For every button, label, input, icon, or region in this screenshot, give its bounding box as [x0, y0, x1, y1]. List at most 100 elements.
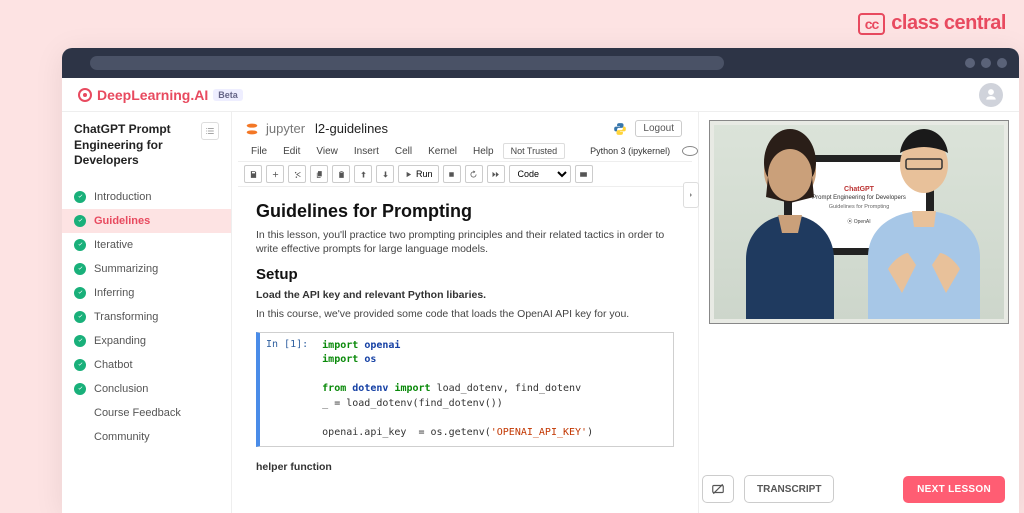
copy-button[interactable]	[310, 165, 328, 183]
copy-icon	[315, 170, 324, 179]
browser-window: DeepLearning.AI Beta ChatGPT Prompt Engi…	[62, 48, 1019, 513]
move-down-button[interactable]	[376, 165, 394, 183]
avatar[interactable]	[979, 83, 1003, 107]
app-header: DeepLearning.AI Beta	[62, 78, 1019, 112]
refresh-icon	[469, 170, 478, 179]
python-icon	[613, 122, 627, 136]
paste-button[interactable]	[332, 165, 350, 183]
menu-file[interactable]: File	[244, 144, 274, 159]
restart-button[interactable]	[465, 165, 483, 183]
toolbar: Run Code	[238, 162, 692, 187]
code-prompt: In [1]:	[260, 333, 314, 447]
nb-heading-1: Guidelines for Prompting	[256, 201, 674, 222]
cell-type-select[interactable]: Code	[509, 165, 571, 183]
check-icon	[74, 287, 86, 299]
jupyter-header: jupyter l2-guidelines Logout	[238, 116, 692, 141]
main: jupyter l2-guidelines Logout FileEditVie…	[232, 112, 1019, 513]
move-up-button[interactable]	[354, 165, 372, 183]
list-icon	[205, 126, 215, 136]
nav-list: Introduction Guidelines Iterative Summarizi…	[62, 185, 231, 449]
restart-run-button[interactable]	[487, 165, 505, 183]
sidebar-item-chatbot[interactable]: Chatbot	[62, 353, 231, 377]
keyboard-icon	[579, 170, 588, 179]
nb-subhead: Load the API key and relevant Python lib…	[256, 289, 674, 301]
notebook-content: Guidelines for Prompting In this lesson,…	[238, 187, 692, 487]
browser-chrome	[62, 48, 1019, 78]
menu-view[interactable]: View	[309, 144, 345, 159]
sidebar-item-inferring[interactable]: Inferring	[62, 281, 231, 305]
scissors-icon	[293, 170, 302, 179]
nb-intro: In this lesson, you'll practice two prom…	[256, 228, 674, 256]
menu-insert[interactable]: Insert	[347, 144, 386, 159]
command-palette-button[interactable]	[575, 165, 593, 183]
sidebar-item-introduction[interactable]: Introduction	[62, 185, 231, 209]
sidebar-item-label: Summarizing	[94, 263, 158, 275]
kernel-status-icon	[682, 146, 698, 156]
collapse-sidebar-button[interactable]	[201, 122, 219, 140]
video-player: ChatGPT Prompt Engineering for Developer…	[714, 125, 1004, 319]
sidebar-item-guidelines[interactable]: Guidelines	[62, 209, 231, 233]
sidebar-item-course-feedback[interactable]: Course Feedback	[62, 401, 231, 425]
cut-button[interactable]	[288, 165, 306, 183]
run-button[interactable]: Run	[398, 165, 439, 183]
save-button[interactable]	[244, 165, 262, 183]
menu-kernel[interactable]: Kernel	[421, 144, 464, 159]
brand-logo-icon	[78, 88, 92, 102]
sidebar-item-label: Conclusion	[94, 383, 148, 395]
menu-edit[interactable]: Edit	[276, 144, 307, 159]
columns: ChatGPT Prompt Engineering for Developer…	[62, 112, 1019, 513]
kernel-info: Python 3 (ipykernel)	[583, 144, 677, 158]
url-bar[interactable]	[90, 56, 724, 70]
cc-badge: cc	[858, 13, 886, 35]
menu-help[interactable]: Help	[466, 144, 501, 159]
add-cell-button[interactable]	[266, 165, 284, 183]
jupyter-logo-icon	[244, 121, 260, 137]
brand[interactable]: DeepLearning.AI Beta	[78, 87, 243, 103]
sidebar-item-iterative[interactable]: Iterative	[62, 233, 231, 257]
user-icon	[984, 88, 998, 102]
sidebar: ChatGPT Prompt Engineering for Developer…	[62, 112, 232, 513]
course-title: ChatGPT Prompt Engineering for Developer…	[74, 122, 195, 169]
sidebar-item-label: Iterative	[94, 239, 133, 251]
check-icon	[74, 311, 86, 323]
notebook-pane: jupyter l2-guidelines Logout FileEditVie…	[232, 112, 1019, 513]
sidebar-item-summarizing[interactable]: Summarizing	[62, 257, 231, 281]
plus-icon	[271, 170, 280, 179]
check-icon	[74, 383, 86, 395]
sidebar-item-transforming[interactable]: Transforming	[62, 305, 231, 329]
check-icon	[74, 263, 86, 275]
logout-button[interactable]: Logout	[635, 120, 682, 137]
brand-name: DeepLearning.AI	[97, 87, 208, 103]
not-trusted-badge[interactable]: Not Trusted	[503, 143, 566, 159]
nb-heading-2: Setup	[256, 266, 674, 283]
menu-bar: FileEditViewInsertCellKernelHelpNot Trus…	[238, 141, 692, 162]
sidebar-item-label: Introduction	[94, 191, 151, 203]
notebook-name[interactable]: l2-guidelines	[315, 121, 388, 136]
sidebar-item-label: Course Feedback	[94, 407, 181, 419]
video-column: ChatGPT Prompt Engineering for Developer…	[699, 112, 1019, 513]
next-lesson-button[interactable]: NEXT LESSON	[903, 476, 1005, 503]
check-icon	[74, 239, 86, 251]
app: DeepLearning.AI Beta ChatGPT Prompt Engi…	[62, 78, 1019, 513]
clipboard-icon	[337, 170, 346, 179]
interrupt-button[interactable]	[443, 165, 461, 183]
code-cell[interactable]: In [1]: import openai import os from dot…	[256, 332, 674, 448]
presenter-right	[850, 125, 998, 319]
jupyter-panel: jupyter l2-guidelines Logout FileEditVie…	[232, 112, 699, 513]
sidebar-item-community[interactable]: Community	[62, 425, 231, 449]
check-icon	[74, 191, 86, 203]
video-frame[interactable]: ChatGPT Prompt Engineering for Developer…	[709, 120, 1009, 324]
expand-notebook-button[interactable]	[683, 182, 699, 208]
stop-icon	[447, 170, 456, 179]
sidebar-item-conclusion[interactable]: Conclusion	[62, 377, 231, 401]
window-controls	[965, 58, 1007, 68]
sidebar-item-expanding[interactable]: Expanding	[62, 329, 231, 353]
save-icon	[249, 170, 258, 179]
arrow-up-icon	[359, 170, 368, 179]
sidebar-item-label: Inferring	[94, 287, 134, 299]
sidebar-item-label: Chatbot	[94, 359, 133, 371]
code-body[interactable]: import openai import os from dotenv impo…	[314, 333, 673, 447]
check-icon	[74, 359, 86, 371]
menu-cell[interactable]: Cell	[388, 144, 419, 159]
beta-badge: Beta	[213, 89, 243, 101]
